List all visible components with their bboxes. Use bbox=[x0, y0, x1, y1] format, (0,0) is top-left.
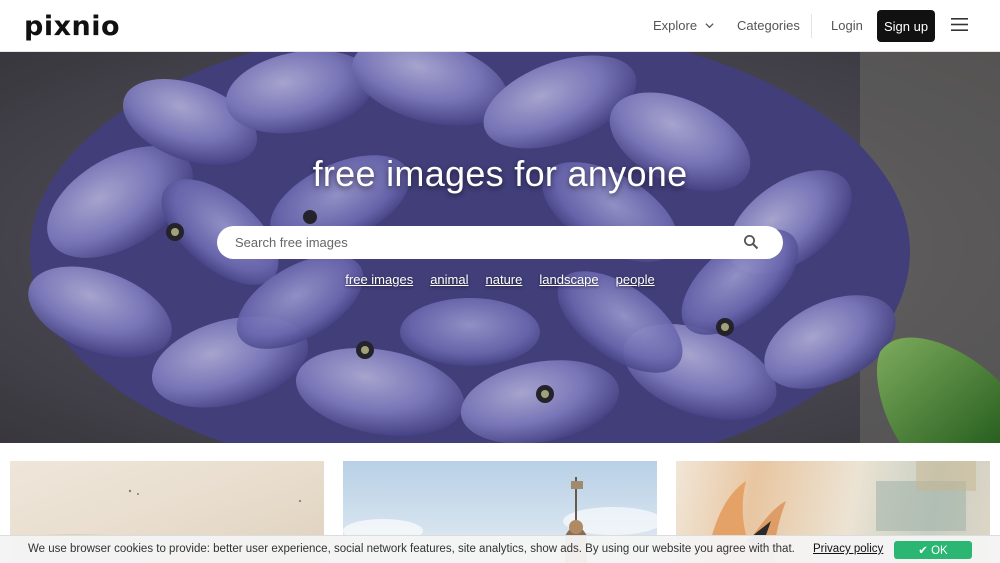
popular-tags: free images animal nature landscape peop… bbox=[0, 272, 1000, 287]
sign-up-label: Sign up bbox=[883, 18, 929, 34]
hero-banner: free images for anyone free images anima… bbox=[0, 52, 1000, 443]
search-icon[interactable] bbox=[743, 234, 759, 250]
tag-landscape[interactable]: landscape bbox=[539, 272, 598, 287]
cookie-consent-bar: We use browser cookies to provide: bette… bbox=[0, 535, 1000, 563]
tag-animal[interactable]: animal bbox=[430, 272, 468, 287]
tag-people[interactable]: people bbox=[616, 272, 655, 287]
chevron-down-icon bbox=[705, 23, 714, 29]
nav-explore-label: Explore bbox=[653, 18, 698, 33]
cookie-ok-label: ✔ OK bbox=[918, 545, 948, 557]
pixnio-logo[interactable]: pixnio bbox=[24, 11, 120, 42]
hamburger-menu-icon[interactable] bbox=[951, 17, 968, 32]
login-link[interactable]: Login bbox=[831, 18, 863, 33]
nav-categories[interactable]: Categories bbox=[737, 18, 800, 33]
login-label: Login bbox=[831, 18, 863, 33]
site-header: pixnio Explore Categories Login Sign up bbox=[0, 0, 1000, 52]
search-bar bbox=[217, 226, 783, 259]
nav-divider bbox=[811, 14, 812, 38]
search-input[interactable] bbox=[235, 226, 735, 259]
nav-categories-label: Categories bbox=[737, 18, 800, 33]
nav-explore[interactable]: Explore bbox=[653, 18, 715, 33]
tag-nature[interactable]: nature bbox=[486, 272, 523, 287]
privacy-policy-link[interactable]: Privacy policy bbox=[813, 543, 883, 555]
sign-up-button[interactable]: Sign up bbox=[877, 10, 935, 42]
cookie-notice-text: We use browser cookies to provide: bette… bbox=[28, 543, 795, 555]
tag-free-images[interactable]: free images bbox=[345, 272, 413, 287]
cookie-ok-button[interactable]: ✔ OK bbox=[894, 541, 972, 559]
hero-title: free images for anyone bbox=[312, 153, 688, 194]
